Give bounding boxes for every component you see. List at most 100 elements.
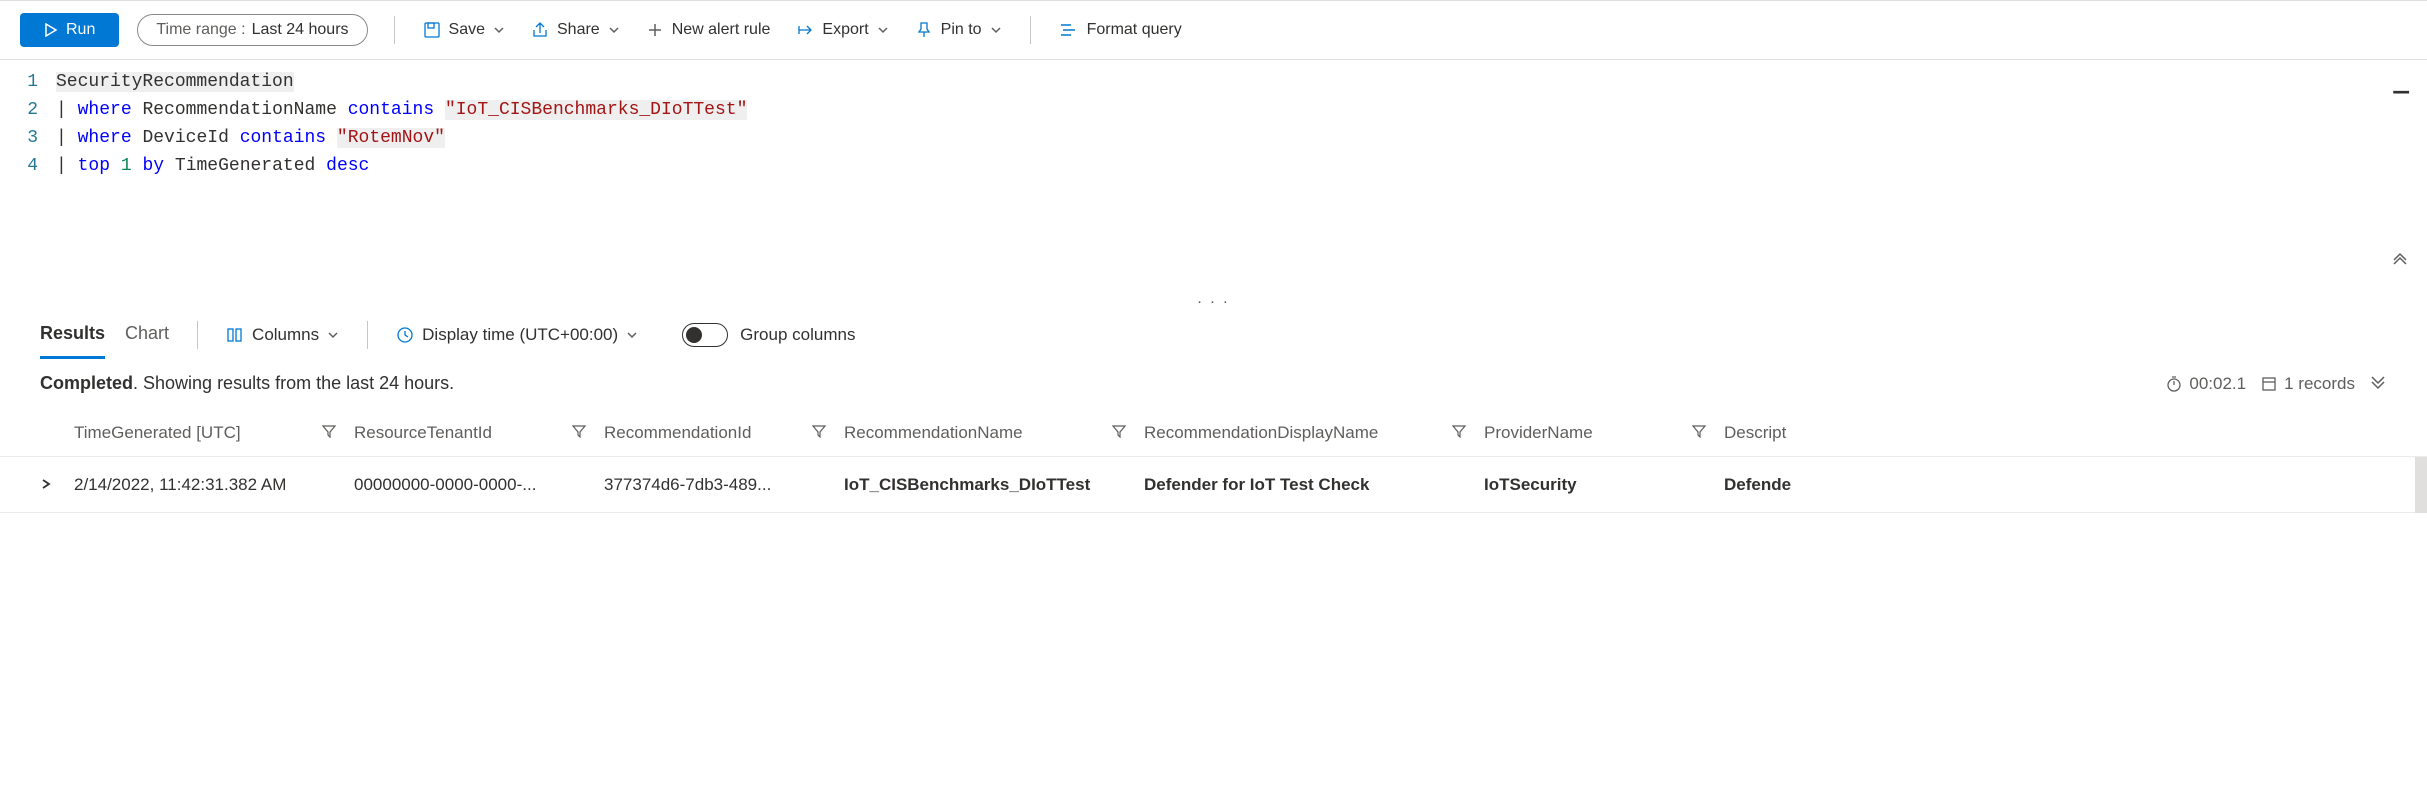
token-keyword: by: [142, 156, 164, 176]
save-button[interactable]: Save: [413, 15, 515, 45]
new-alert-button[interactable]: New alert rule: [636, 15, 781, 45]
token-identifier: TimeGenerated: [175, 156, 315, 176]
group-columns-label: Group columns: [740, 325, 855, 345]
filter-icon[interactable]: [1112, 423, 1126, 443]
columns-icon: [226, 326, 244, 344]
results-tabs-bar: Results Chart Columns Display time (UTC+…: [0, 308, 2427, 362]
chevron-down-icon: [608, 24, 620, 36]
token-table: SecurityRecommendation: [56, 72, 294, 92]
time-range-value: Last 24 hours: [252, 21, 349, 39]
header-label: Descript: [1724, 423, 1786, 443]
stopwatch-icon: [2165, 375, 2183, 393]
export-button[interactable]: Export: [786, 15, 898, 45]
filter-icon[interactable]: [572, 423, 586, 443]
column-header-recommendationname[interactable]: RecommendationName: [844, 423, 1144, 443]
token-pipe: |: [56, 156, 67, 176]
editor-collapse-icon[interactable]: —: [2393, 78, 2409, 106]
save-icon: [423, 21, 441, 39]
cell-recommendationdisplayname: Defender for IoT Test Check: [1144, 475, 1484, 495]
token-string: "RotemNov": [337, 128, 445, 148]
token-keyword: where: [78, 128, 132, 148]
new-alert-label: New alert rule: [672, 21, 771, 39]
pane-splitter[interactable]: . . .: [0, 290, 2427, 308]
save-label: Save: [449, 21, 485, 39]
run-label: Run: [66, 21, 95, 39]
format-query-button[interactable]: Format query: [1049, 15, 1192, 45]
filter-icon[interactable]: [1452, 423, 1466, 443]
run-button[interactable]: Run: [20, 13, 119, 47]
status-metrics: 00:02.1 1 records: [2165, 372, 2387, 395]
line-number: 4: [0, 152, 38, 180]
token-string: "IoT_CISBenchmarks_DIoTTest": [445, 100, 747, 120]
pin-icon: [915, 21, 933, 39]
token-identifier: RecommendationName: [142, 100, 336, 120]
query-toolbar: Run Time range : Last 24 hours Save Shar…: [0, 0, 2427, 60]
display-time-button[interactable]: Display time (UTC+00:00): [396, 325, 638, 345]
header-label: RecommendationName: [844, 423, 1023, 443]
splitter-dots: . . .: [1197, 290, 1229, 308]
records-icon: [2260, 375, 2278, 393]
column-header-description[interactable]: Descript: [1724, 423, 1864, 443]
cell-description: Defende: [1724, 475, 1864, 495]
pin-label: Pin to: [941, 21, 982, 39]
cell-recommendationid: 377374d6-7db3-489...: [604, 475, 844, 495]
status-records: 1 records: [2260, 374, 2355, 394]
status-duration: 00:02.1: [2165, 374, 2246, 394]
tab-chart[interactable]: Chart: [125, 311, 169, 359]
play-icon: [44, 23, 58, 37]
header-label: TimeGenerated [UTC]: [74, 423, 241, 443]
chevron-down-icon: [327, 329, 339, 341]
status-completed: Completed: [40, 373, 133, 393]
group-columns-control: Group columns: [682, 323, 855, 347]
filter-icon[interactable]: [322, 423, 336, 443]
token-pipe: |: [56, 128, 67, 148]
status-message: Completed. Showing results from the last…: [40, 373, 454, 394]
tab-results[interactable]: Results: [40, 311, 105, 359]
pin-button[interactable]: Pin to: [905, 15, 1012, 45]
cell-recommendationname: IoT_CISBenchmarks_DIoTTest: [844, 475, 1144, 495]
format-icon: [1059, 21, 1079, 39]
row-expand-chevron[interactable]: [40, 477, 74, 493]
columns-label: Columns: [252, 325, 319, 345]
header-label: RecommendationId: [604, 423, 751, 443]
filter-icon[interactable]: [812, 423, 826, 443]
line-number: 2: [0, 96, 38, 124]
cell-providername: IoTSecurity: [1484, 475, 1724, 495]
column-header-recommendationid[interactable]: RecommendationId: [604, 423, 844, 443]
table-row[interactable]: 2/14/2022, 11:42:31.382 AM 00000000-0000…: [0, 457, 2427, 513]
query-editor[interactable]: 1 2 3 4 SecurityRecommendation| where Re…: [0, 60, 2427, 290]
header-label: ResourceTenantId: [354, 423, 492, 443]
column-header-recommendationdisplayname[interactable]: RecommendationDisplayName: [1144, 423, 1484, 443]
column-header-providername[interactable]: ProviderName: [1484, 423, 1724, 443]
cell-resourcetenantid: 00000000-0000-0000-...: [354, 475, 604, 495]
column-header-resourcetenantid[interactable]: ResourceTenantId: [354, 423, 604, 443]
tab-label: Results: [40, 323, 105, 343]
share-label: Share: [557, 21, 600, 39]
status-text: . Showing results from the last 24 hours…: [133, 373, 454, 393]
code-area[interactable]: SecurityRecommendation | where Recommenda…: [56, 68, 2427, 290]
plus-icon: [646, 21, 664, 39]
filter-icon[interactable]: [1692, 423, 1706, 443]
header-label: RecommendationDisplayName: [1144, 423, 1378, 443]
cell-timegenerated: 2/14/2022, 11:42:31.382 AM: [74, 475, 354, 495]
time-range-picker[interactable]: Time range : Last 24 hours: [137, 14, 367, 46]
line-number: 1: [0, 68, 38, 96]
scroll-top-icon[interactable]: [2391, 252, 2409, 280]
share-button[interactable]: Share: [521, 15, 630, 45]
token-operator: contains: [348, 100, 434, 120]
header-label: ProviderName: [1484, 423, 1593, 443]
group-columns-toggle[interactable]: [682, 323, 728, 347]
share-icon: [531, 21, 549, 39]
columns-button[interactable]: Columns: [226, 325, 339, 345]
export-label: Export: [822, 21, 868, 39]
records-value: 1 records: [2284, 374, 2355, 394]
format-label: Format query: [1087, 21, 1182, 39]
separator: [367, 321, 368, 349]
expand-down-icon[interactable]: [2369, 372, 2387, 395]
chevron-down-icon: [493, 24, 505, 36]
token-operator: contains: [240, 128, 326, 148]
column-header-timegenerated[interactable]: TimeGenerated [UTC]: [74, 423, 354, 443]
separator: [197, 321, 198, 349]
horizontal-scrollbar-thumb[interactable]: [2415, 457, 2427, 513]
status-row: Completed. Showing results from the last…: [0, 362, 2427, 409]
